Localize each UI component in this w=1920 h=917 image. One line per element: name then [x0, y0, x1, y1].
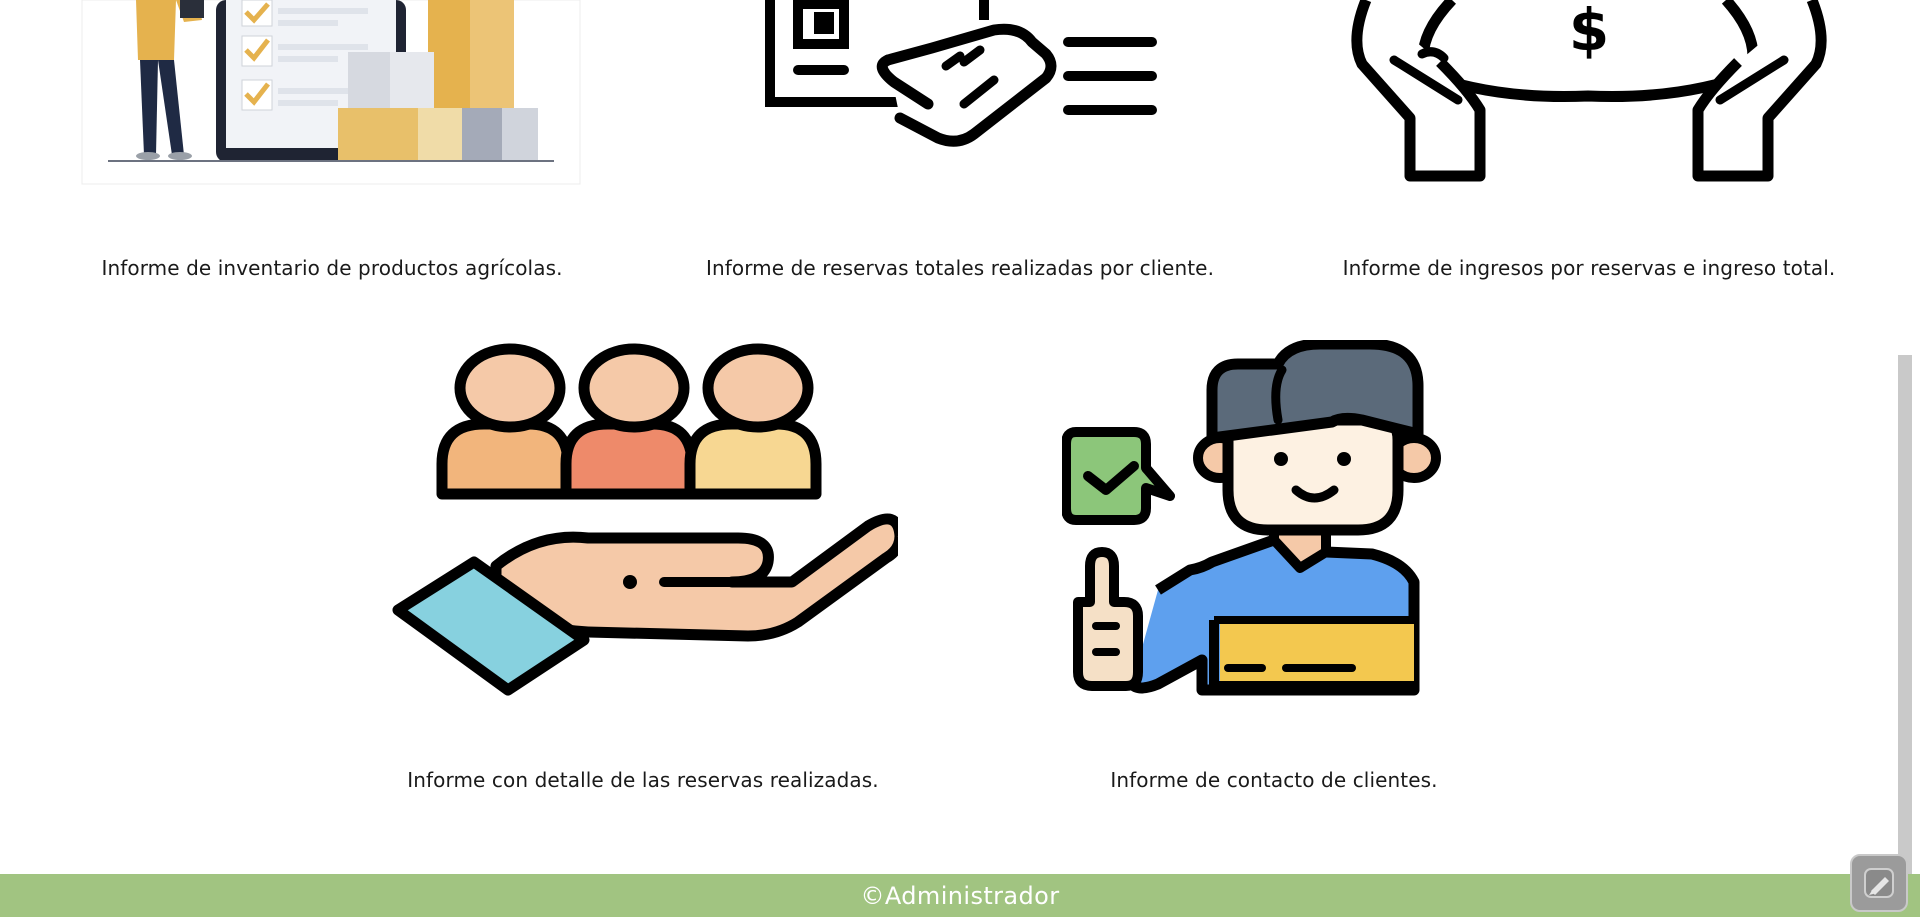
report-card-income[interactable]: $ Informe de ingresos por reservas e ing… [1336, 0, 1842, 285]
people-on-hand-icon [392, 343, 898, 696]
report-caption: Informe de reservas totales realizadas p… [705, 256, 1215, 280]
floating-action-button[interactable] [1850, 854, 1908, 912]
footer-text: ©Administrador [860, 881, 1060, 910]
scrollbar[interactable] [1898, 355, 1912, 875]
customer-thumbs-up-icon [1062, 340, 1441, 696]
report-card-client-contact[interactable]: Informe de contacto de clientes. [1062, 340, 1486, 800]
report-card-reservation-detail[interactable]: Informe con detalle de las reservas real… [388, 340, 898, 800]
footer: ©Administrador [0, 874, 1920, 917]
hands-money-bag-icon: $ [1351, 0, 1827, 182]
report-caption: Informe de contacto de clientes. [1110, 768, 1438, 792]
report-card-reservations-by-client[interactable]: Informe de reservas totales realizadas p… [698, 0, 1222, 285]
report-caption: Informe con detalle de las reservas real… [407, 768, 879, 792]
edit-icon [1864, 868, 1894, 898]
report-card-inventory[interactable]: Informe de inventario de productos agríc… [80, 0, 584, 285]
hand-on-card-icon [765, 0, 1157, 147]
report-caption: Informe de inventario de productos agríc… [101, 256, 563, 280]
report-caption: Informe de ingresos por reservas e ingre… [1342, 256, 1836, 280]
svg-text:$: $ [1569, 0, 1609, 64]
inventory-illustration [81, 0, 581, 185]
